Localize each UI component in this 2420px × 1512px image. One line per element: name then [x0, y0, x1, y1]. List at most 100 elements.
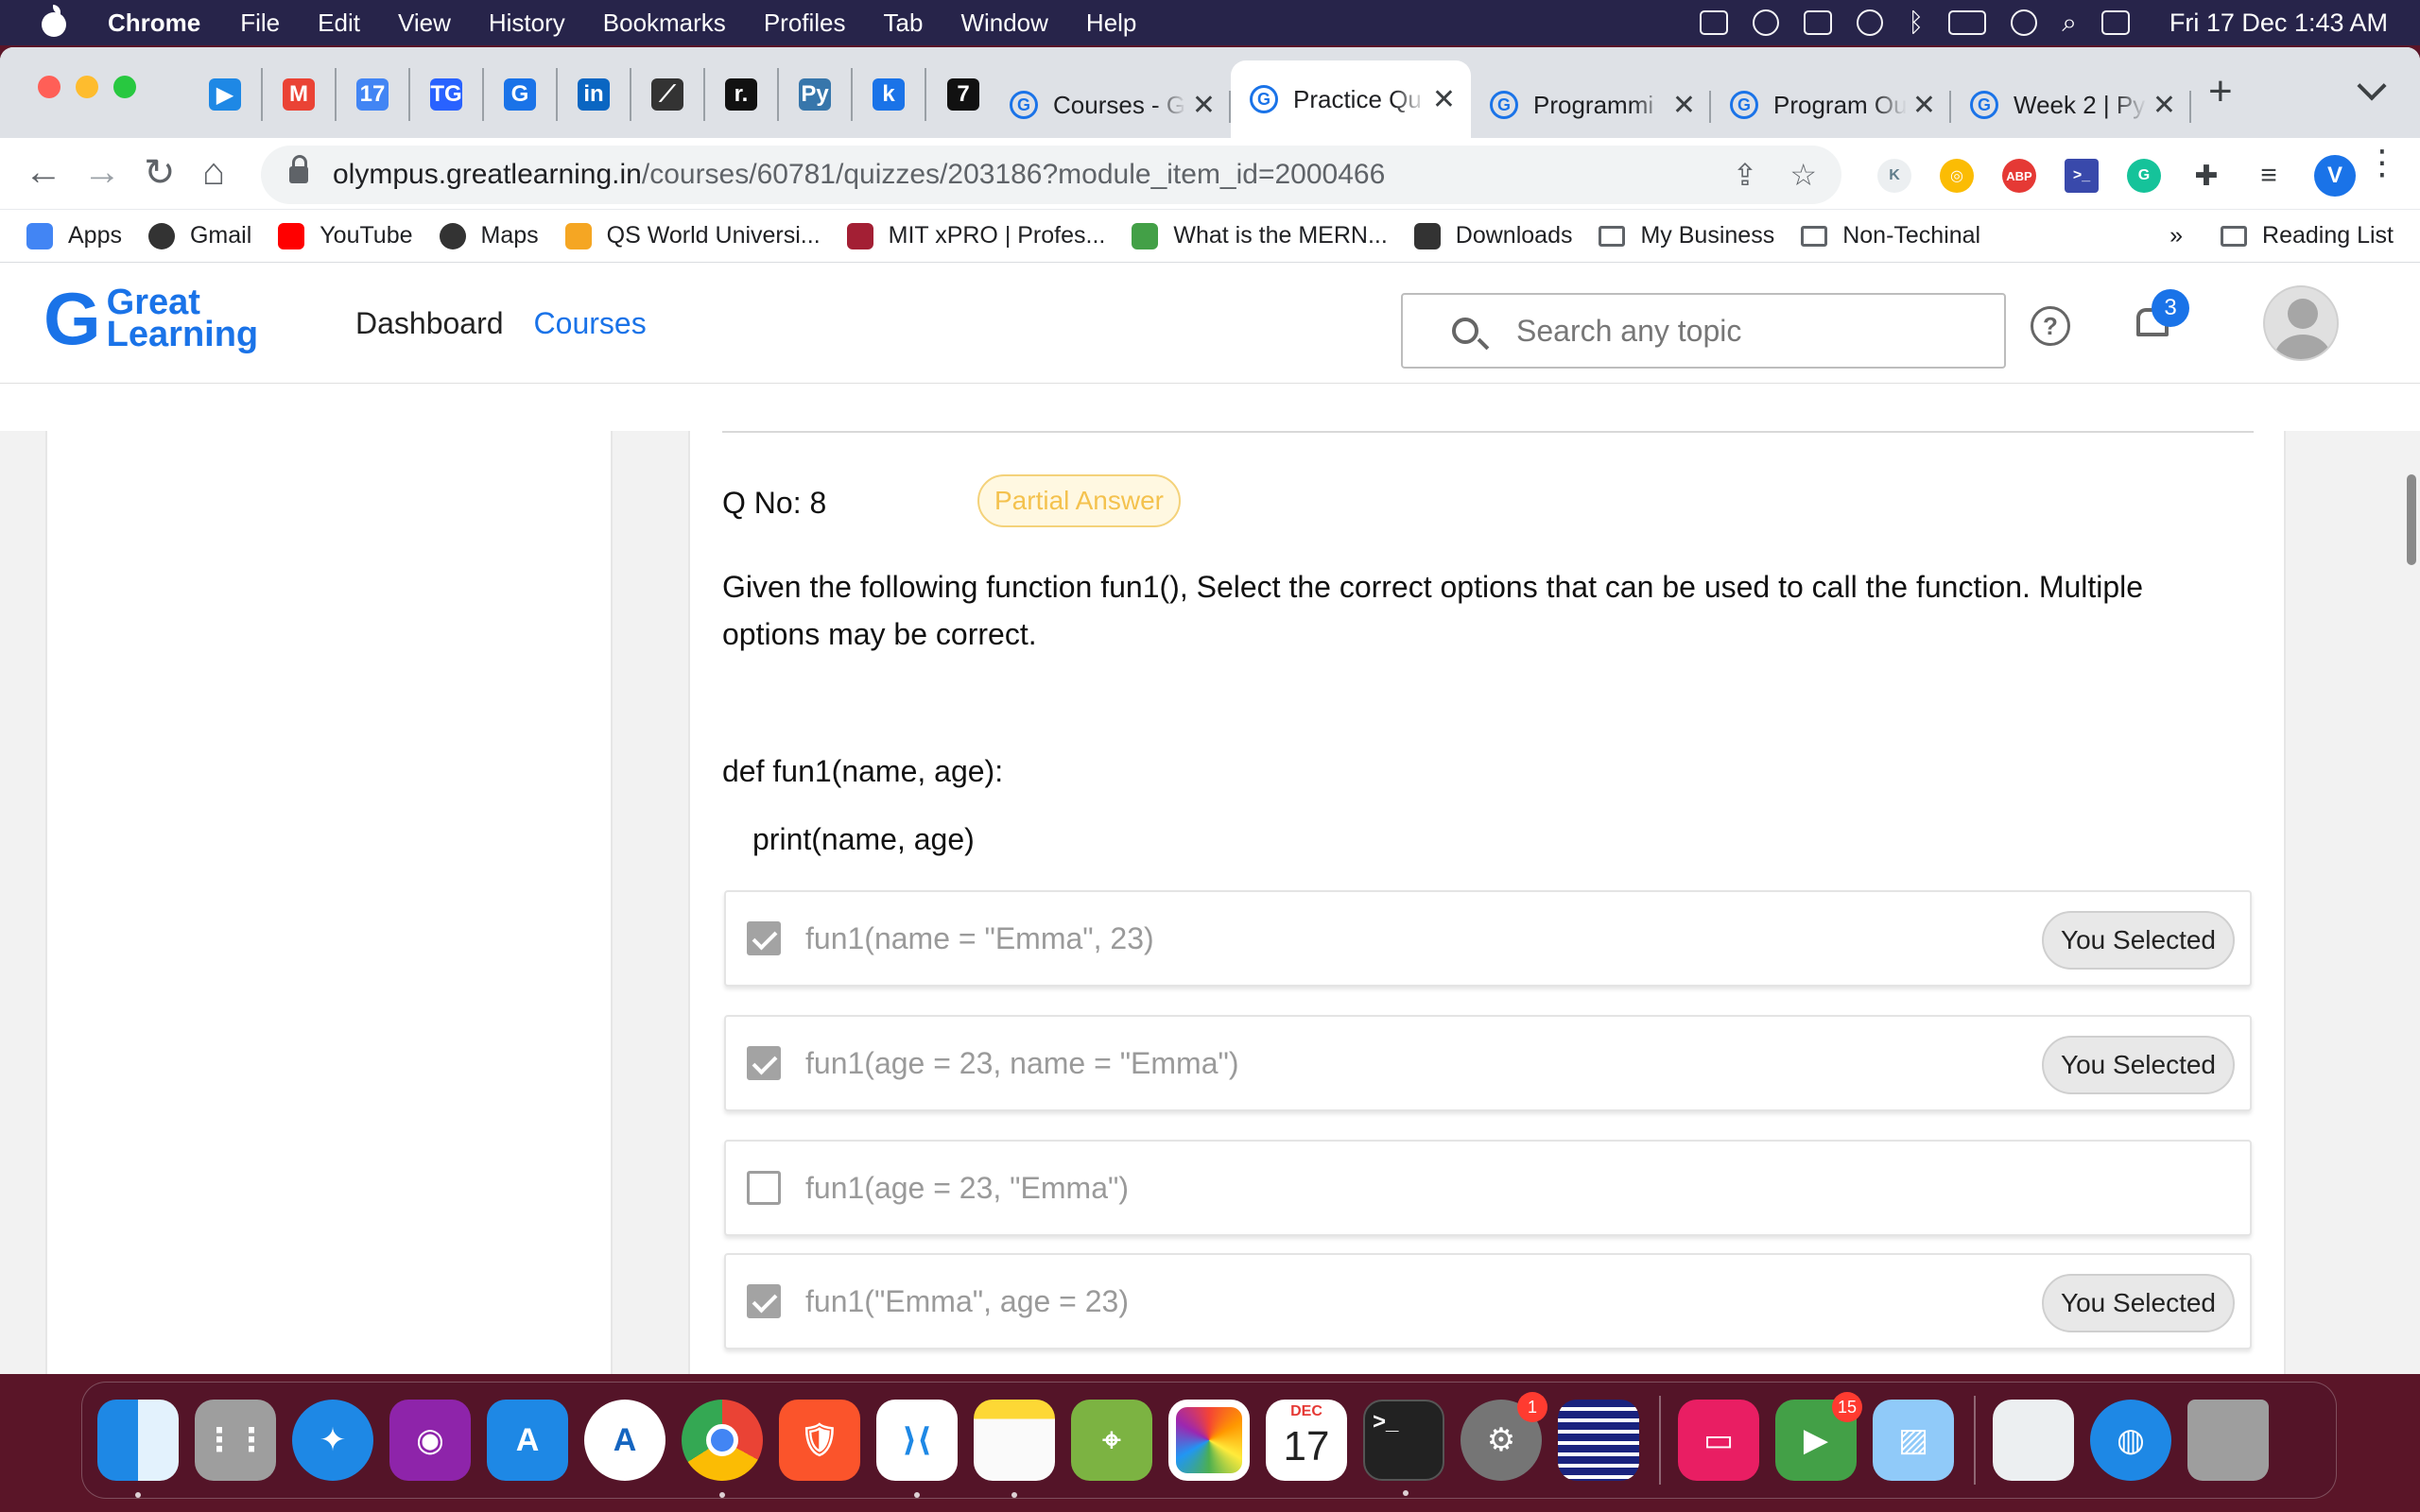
launchpad-icon[interactable]: ⋮⋮ [195, 1400, 276, 1481]
option-checkbox[interactable] [747, 921, 781, 955]
control-center-icon[interactable] [2100, 10, 2130, 35]
close-tab-icon[interactable]: ✕ [2152, 89, 2176, 122]
chrome-menu-icon[interactable]: ⋮ [2365, 146, 2399, 180]
pinned-tab[interactable]: ▶ [189, 68, 263, 121]
browser-tab[interactable]: G Courses - Gr ✕ [991, 72, 1231, 138]
bookmark-item[interactable]: What is the MERN... [1132, 222, 1388, 249]
tab-search-chevron-icon[interactable] [2357, 71, 2387, 101]
bookmark-item[interactable]: QS World Universi... [564, 222, 821, 249]
android-studio-icon[interactable]: A [584, 1400, 666, 1481]
pinned-tab[interactable]: Py [779, 68, 853, 121]
pinned-tab[interactable]: r. [705, 68, 779, 121]
bluetooth-icon[interactable]: ᛒ [1908, 8, 1924, 38]
browser-tab[interactable]: G Programmi ✕ [1471, 72, 1711, 138]
help-icon[interactable]: ? [2031, 306, 2070, 346]
adblock-plus-icon[interactable]: ABP [2002, 159, 2036, 193]
safari-icon[interactable]: ✦ [292, 1400, 373, 1481]
pinned-tab[interactable]: M [263, 68, 337, 121]
pinned-tab[interactable]: ⟋ [631, 68, 705, 121]
bookmark-item[interactable]: Gmail [147, 222, 251, 249]
option-checkbox[interactable] [747, 1171, 781, 1205]
menu-bookmarks[interactable]: Bookmarks [603, 9, 726, 38]
menu-file[interactable]: File [240, 9, 280, 38]
close-tab-icon[interactable]: ✕ [1912, 89, 1936, 122]
more-bookmarks-button[interactable]: » [2169, 222, 2183, 249]
finder-icon[interactable] [97, 1400, 179, 1498]
menu-tab[interactable]: Tab [884, 9, 924, 38]
lock-icon[interactable] [289, 155, 308, 183]
apple-logo-icon[interactable] [38, 5, 76, 37]
answer-option[interactable]: fun1(age = 23, name = "Emma") You Selecte… [724, 1015, 2252, 1111]
pinned-tab[interactable]: 7 [926, 68, 1000, 121]
brave-icon[interactable]: 🛡 [779, 1400, 860, 1481]
display-icon[interactable] [1700, 10, 1729, 35]
trash-icon[interactable] [2187, 1400, 2269, 1481]
close-tab-icon[interactable]: ✕ [1192, 89, 1216, 122]
play-circle-icon[interactable] [1753, 9, 1780, 36]
zoom-window-button[interactable] [113, 76, 136, 98]
pinned-tab[interactable]: k [853, 68, 926, 121]
answer-option[interactable]: fun1(age = 23, "Emma") [724, 1140, 2252, 1236]
menu-help[interactable]: Help [1086, 9, 1136, 38]
menu-clock[interactable]: Fri 17 Dec 1:43 AM [2169, 9, 2388, 38]
battery-icon[interactable] [1948, 10, 1987, 35]
keyboard-icon[interactable] [1804, 10, 1833, 35]
pinned-tab[interactable]: in [558, 68, 631, 121]
notes-icon[interactable] [974, 1400, 1055, 1498]
extension-k-icon[interactable]: K [1877, 159, 1911, 193]
back-arrow-icon[interactable]: ← [25, 151, 62, 194]
nav-courses-link[interactable]: Courses [534, 306, 647, 341]
menu-app-name[interactable]: Chrome [108, 9, 200, 38]
time-machine-icon[interactable] [1857, 9, 1884, 36]
link-icon[interactable] [2011, 9, 2038, 36]
maps-icon[interactable]: ⌖ [1071, 1400, 1152, 1481]
topic-search-box[interactable]: Search any topic [1401, 293, 2006, 369]
option-checkbox[interactable] [747, 1046, 781, 1080]
downloads-stack-icon[interactable] [1993, 1400, 2074, 1481]
bookmark-star-icon[interactable]: ☆ [1789, 157, 1817, 193]
extension-compass-icon[interactable]: ◎ [1940, 159, 1974, 193]
minimize-window-button[interactable] [76, 76, 98, 98]
bookmark-item[interactable]: MIT xPRO | Profes... [846, 222, 1105, 249]
vscode-icon[interactable]: ⟩⟨ [876, 1400, 958, 1498]
answer-option[interactable]: fun1(name = "Emma", 23) You Selected [724, 890, 2252, 987]
puzzle-extensions-icon[interactable]: ✚ [2189, 159, 2223, 193]
home-icon[interactable]: ⌂ [202, 151, 225, 194]
menu-history[interactable]: History [489, 9, 565, 38]
menu-profiles[interactable]: Profiles [764, 9, 846, 38]
app-store-icon[interactable]: A [487, 1400, 568, 1481]
network-globe-icon[interactable]: ◍ [2090, 1400, 2171, 1481]
podcasts-icon[interactable]: ◉ [389, 1400, 471, 1481]
menu-edit[interactable]: Edit [318, 9, 360, 38]
bookmark-item[interactable]: My Business [1599, 222, 1774, 249]
bookmark-item[interactable]: YouTube [278, 222, 413, 249]
pinned-tab[interactable]: TG [410, 68, 484, 121]
profile-avatar-button[interactable]: V [2314, 155, 2356, 197]
bookmark-item[interactable]: Non-Techinal [1801, 222, 1980, 249]
close-tab-icon[interactable]: ✕ [1672, 89, 1696, 122]
menu-window[interactable]: Window [960, 9, 1047, 38]
reading-list-button[interactable]: Reading List [2221, 222, 2394, 249]
browser-tab[interactable]: G Week 2 | Py ✕ [1951, 72, 2191, 138]
calendar-icon[interactable]: DEC 17 [1266, 1400, 1347, 1481]
grammarly-icon[interactable]: G [2127, 159, 2161, 193]
great-learning-logo[interactable]: G Great Learning [43, 282, 258, 355]
media-control-icon[interactable]: ≡ [2252, 159, 2286, 193]
photos-icon[interactable] [1168, 1400, 1250, 1481]
extension-terminal-icon[interactable]: >_ [2065, 159, 2099, 193]
spotlight-search-icon[interactable]: ⌕ [2062, 8, 2077, 39]
browser-tab[interactable]: G Practice Qu ✕ [1231, 60, 1471, 138]
bookmark-item[interactable]: Downloads [1413, 222, 1572, 249]
terminal-icon[interactable]: >_ [1363, 1400, 1444, 1496]
menu-view[interactable]: View [398, 9, 451, 38]
close-tab-icon[interactable]: ✕ [1432, 83, 1456, 116]
facetime-icon[interactable]: ▶ 15 [1775, 1392, 1862, 1481]
address-bar[interactable]: olympus.greatlearning.in/courses/60781/q… [261, 146, 1841, 204]
new-tab-button[interactable]: + [2208, 68, 2233, 115]
bookmark-item[interactable]: Maps [439, 222, 539, 249]
reload-icon[interactable]: ↻ [144, 151, 176, 195]
nav-dashboard-link[interactable]: Dashboard [355, 306, 504, 341]
preview-icon[interactable]: ▨ [1873, 1400, 1954, 1481]
pinned-tab[interactable]: 17 [337, 68, 410, 121]
share-icon[interactable]: ⇪ [1733, 157, 1758, 193]
